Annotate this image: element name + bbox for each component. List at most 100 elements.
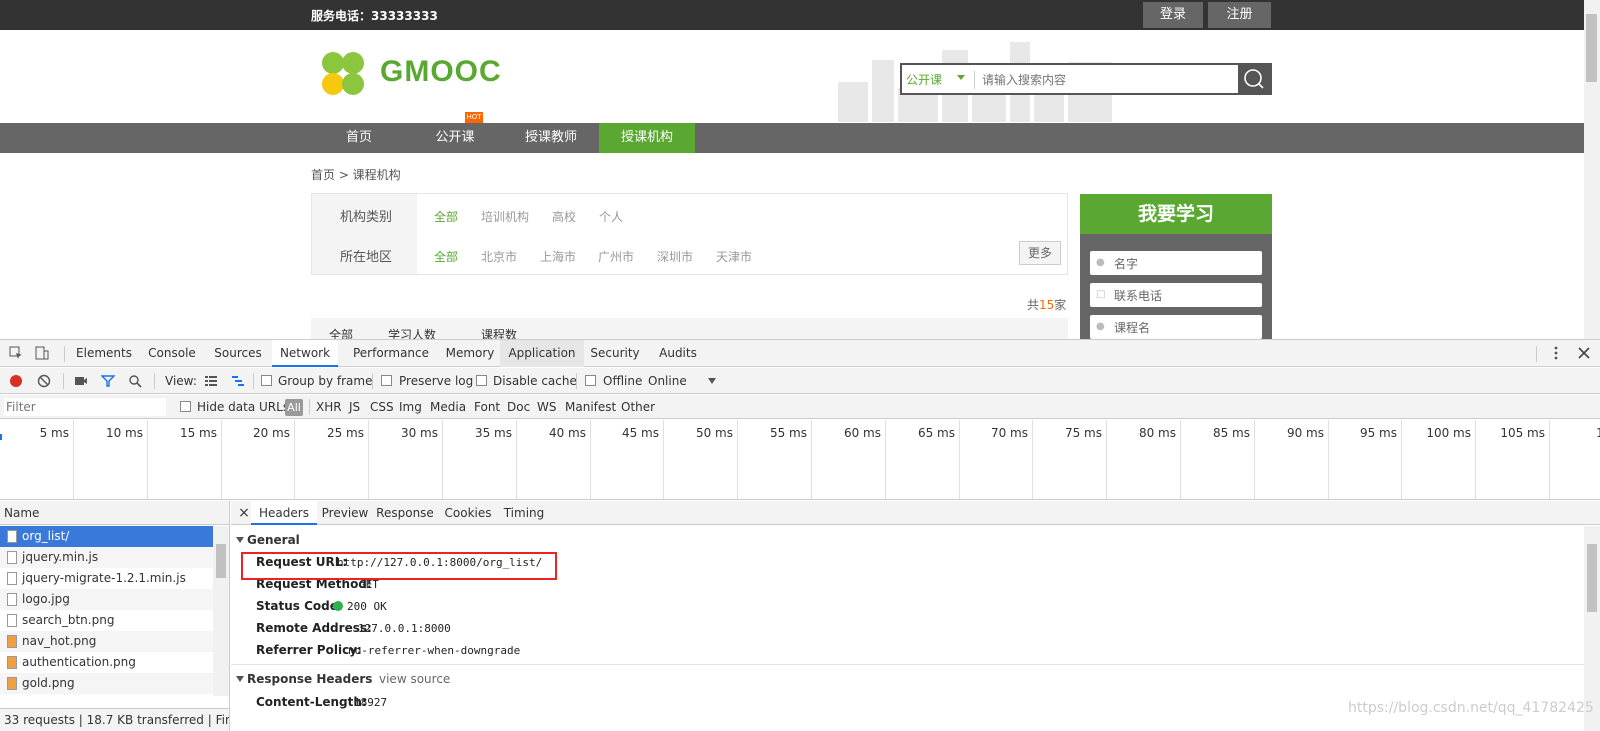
type-filter-css[interactable]: CSS <box>370 400 394 414</box>
request-row[interactable]: jquery.min.js <box>0 547 213 568</box>
request-row[interactable]: jquery-migrate-1.2.1.min.js <box>0 568 213 589</box>
sort-all[interactable]: 全部 <box>329 326 353 340</box>
device-toggle-icon[interactable] <box>35 346 49 360</box>
search-icon[interactable] <box>128 374 142 388</box>
tab-audits[interactable]: Audits <box>650 340 706 367</box>
site-logo[interactable]: GMOOC <box>320 49 501 99</box>
hide-data-urls-checkbox[interactable] <box>180 401 191 412</box>
page-scrollbar[interactable] <box>1584 0 1600 340</box>
category-option[interactable]: 全部 <box>434 208 458 225</box>
category-option[interactable]: 高校 <box>552 208 576 225</box>
type-filter-other[interactable]: Other <box>621 400 655 414</box>
view-source-link[interactable]: view source <box>379 672 450 686</box>
more-button[interactable]: 更多 <box>1019 241 1061 265</box>
type-filter-all[interactable]: All <box>285 399 303 416</box>
tab-preview[interactable]: Preview <box>319 501 371 525</box>
sort-courses[interactable]: 课程数 <box>481 326 517 340</box>
type-filter-xhr[interactable]: XHR <box>316 400 342 414</box>
timeline-gridline <box>368 420 369 499</box>
tab-headers[interactable]: Headers <box>251 501 317 525</box>
tab-memory[interactable]: Memory <box>437 340 503 367</box>
type-filter-img[interactable]: Img <box>399 400 422 414</box>
category-option[interactable]: 培训机构 <box>481 208 529 225</box>
more-vertical-icon[interactable] <box>1549 346 1563 360</box>
sort-students[interactable]: 学习人数 <box>388 326 436 340</box>
network-overview-timeline[interactable]: 5 ms 10 ms 15 ms 20 ms 25 ms 30 ms 35 ms 40 ms 4… <box>0 420 1600 500</box>
nav-home[interactable]: 首页 <box>311 123 407 153</box>
clear-icon[interactable] <box>37 374 51 388</box>
offline-checkbox[interactable] <box>585 375 596 386</box>
type-filter-manifest[interactable]: Manifest <box>565 400 616 414</box>
filter-input[interactable] <box>4 398 166 416</box>
request-row[interactable]: logo.jpg <box>0 589 213 610</box>
throttle-select[interactable]: Online <box>648 374 687 388</box>
request-row[interactable]: nav_hot.png <box>0 631 213 652</box>
tab-cookies[interactable]: Cookies <box>439 501 497 525</box>
tab-performance[interactable]: Performance <box>342 340 440 367</box>
tab-console[interactable]: Console <box>141 340 203 367</box>
type-filter-js[interactable]: JS <box>349 400 360 414</box>
request-row[interactable]: authentication.png <box>0 652 213 673</box>
name-field[interactable]: ● 名字 <box>1090 251 1262 275</box>
tab-timing[interactable]: Timing <box>499 501 549 525</box>
search-input[interactable] <box>982 69 1232 91</box>
type-filter-ws[interactable]: WS <box>537 400 556 414</box>
region-option[interactable]: 深圳市 <box>657 248 693 265</box>
tab-network[interactable]: Network <box>272 340 338 367</box>
course-field[interactable]: ● 课程名 <box>1090 315 1262 339</box>
timeline-gridline <box>959 420 960 499</box>
list-view-icon[interactable] <box>204 374 218 388</box>
timeline-tick-label: 10 ms <box>105 426 143 440</box>
phone-field[interactable]: □ 联系电话 <box>1090 283 1262 307</box>
category-option[interactable]: 个人 <box>599 208 623 225</box>
region-option[interactable]: 上海市 <box>540 248 576 265</box>
general-section-title[interactable]: General <box>247 533 300 547</box>
close-icon[interactable] <box>1577 346 1591 360</box>
group-by-frame-checkbox[interactable] <box>261 375 272 386</box>
request-row[interactable]: org_list/ <box>0 526 213 547</box>
type-filter-font[interactable]: Font <box>474 400 500 414</box>
tab-sources[interactable]: Sources <box>208 340 268 367</box>
highlight-annotation <box>241 552 557 580</box>
response-headers-title[interactable]: Response Headers <box>247 672 372 686</box>
camera-icon[interactable] <box>74 374 88 388</box>
caret-down-icon[interactable] <box>957 75 965 80</box>
timeline-tick-label: 20 ms <box>252 426 290 440</box>
request-list-scrollbar[interactable] <box>213 526 229 696</box>
waterfall-view-icon[interactable] <box>231 374 245 388</box>
login-button[interactable]: 登录 <box>1143 2 1203 28</box>
nav-open-course[interactable]: 公开课 <box>407 123 503 153</box>
request-row[interactable]: search_btn.png <box>0 610 213 631</box>
record-icon[interactable] <box>9 374 23 388</box>
filter-icon[interactable] <box>101 374 115 388</box>
referrer-policy-value: no-referrer-when-downgrade <box>348 644 521 657</box>
tab-application[interactable]: Application <box>500 340 584 367</box>
timeline-tick-label: 25 ms <box>326 426 364 440</box>
caret-down-icon[interactable] <box>708 378 716 384</box>
name-column-header[interactable]: Name <box>0 501 229 525</box>
preserve-log-checkbox[interactable] <box>381 375 392 386</box>
register-button[interactable]: 注册 <box>1208 2 1271 28</box>
request-row[interactable]: gold.png <box>0 673 213 694</box>
type-filter-media[interactable]: Media <box>430 400 466 414</box>
timeline-gridline <box>1475 420 1476 499</box>
expand-response-headers-icon[interactable] <box>236 676 244 682</box>
region-option[interactable]: 广州市 <box>598 248 634 265</box>
network-toolbar: View: Group by frame Preserve log Disabl… <box>0 368 1600 394</box>
region-option[interactable]: 全部 <box>434 248 458 265</box>
tab-security[interactable]: Security <box>584 340 646 367</box>
inspect-icon[interactable] <box>9 346 23 360</box>
type-filter-doc[interactable]: Doc <box>507 400 530 414</box>
search-type-select[interactable]: 公开课 <box>906 71 942 88</box>
request-name: logo.jpg <box>22 592 70 606</box>
expand-general-icon[interactable] <box>236 537 244 543</box>
close-detail-button[interactable]: × <box>237 501 251 525</box>
nav-teachers[interactable]: 授课教师 <box>503 123 599 153</box>
disable-cache-checkbox[interactable] <box>476 375 487 386</box>
region-option[interactable]: 北京市 <box>481 248 517 265</box>
region-option[interactable]: 天津市 <box>716 248 752 265</box>
nav-organizations[interactable]: 授课机构 <box>599 123 695 153</box>
search-button[interactable] <box>1238 65 1270 93</box>
tab-elements[interactable]: Elements <box>73 340 135 367</box>
tab-response[interactable]: Response <box>374 501 436 525</box>
